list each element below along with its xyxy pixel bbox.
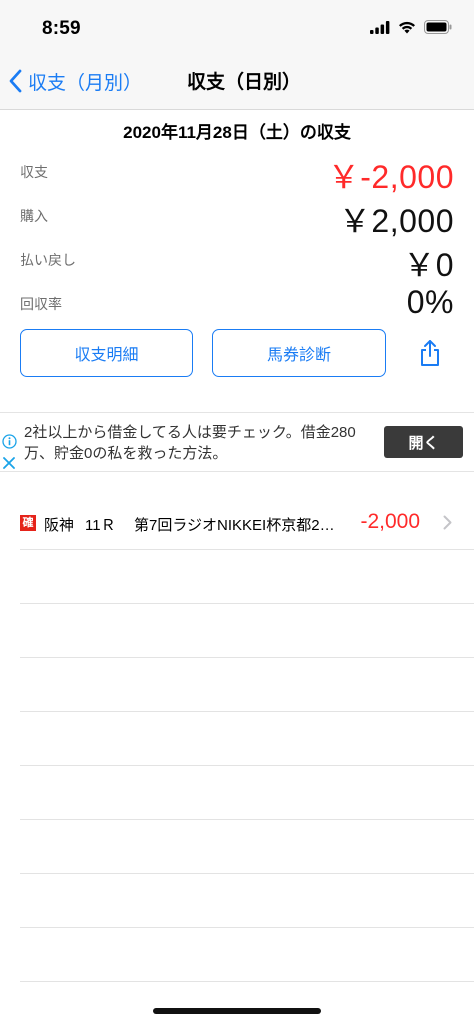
date-title: 2020年11月28日（土）の収支 [123,123,351,142]
ad-text: 2社以上から借金してる人は要チェック。借金280万、貯金0の私を救った方法。 [24,424,356,462]
recovery-rate-value: 0% [406,284,454,320]
refund-value: ￥0 [403,247,454,283]
empty-list-row [0,874,474,928]
empty-list-row [0,604,474,658]
summary-row-purchase: 購入 ￥2,000 [20,196,454,239]
summary-label: 購入 [20,208,48,224]
summary-row-refund: 払い戻し ￥0 [20,240,454,283]
summary-label: 払い戻し [20,252,76,268]
race-amount: -2,000 [360,510,420,533]
row-divider [20,981,474,982]
home-indicator[interactable] [153,1008,321,1014]
status-time: 8:59 [42,18,81,39]
race-list: 確 阪神 11Ｒ 第7回ラジオNIKKEI杯京都2… -2,000 [0,496,474,982]
ad-info-icon[interactable] [2,434,17,449]
race-name: 第7回ラジオNIKKEI杯京都2… [134,517,334,534]
battery-icon [424,20,452,34]
empty-list-row [0,928,474,982]
balance-detail-button[interactable]: 収支明細 [20,329,193,377]
empty-list-row [0,820,474,874]
empty-list-row [0,658,474,712]
summary-row-recovery-rate: 回収率 0% [20,284,454,324]
ad-open-button[interactable]: 開く [384,426,463,458]
status-icons [370,20,452,34]
ad-banner[interactable]: 2社以上から借金してる人は要チェック。借金280万、貯金0の私を救った方法。 開… [0,412,474,472]
navigation-bar: 収支（月別） 収支（日別） [0,52,474,110]
status-bar: 8:59 [0,0,474,52]
summary-label: 収支 [20,164,48,180]
summary-row-balance: 収支 ￥-2,000 [20,152,454,195]
confirmed-badge: 確 [20,515,36,531]
empty-list-row [0,766,474,820]
chevron-right-icon [443,515,452,530]
wifi-icon [399,21,415,33]
cellular-signal-icon [370,20,390,34]
ticket-diagnosis-button[interactable]: 馬券診断 [212,329,386,377]
balance-value: ￥-2,000 [327,159,454,195]
share-icon[interactable] [418,339,442,367]
summary-label: 回収率 [20,296,62,312]
race-number: 11Ｒ [85,517,116,534]
race-venue: 阪神 [44,517,75,534]
page-title: 収支（日別） [186,72,301,93]
purchase-value: ￥2,000 [338,203,454,239]
empty-list-row [0,712,474,766]
empty-list-row [0,550,474,604]
action-buttons: 収支明細 馬券診断 [20,329,454,377]
ad-close-icon[interactable] [3,457,15,469]
race-row[interactable]: 確 阪神 11Ｒ 第7回ラジオNIKKEI杯京都2… -2,000 [0,496,474,550]
